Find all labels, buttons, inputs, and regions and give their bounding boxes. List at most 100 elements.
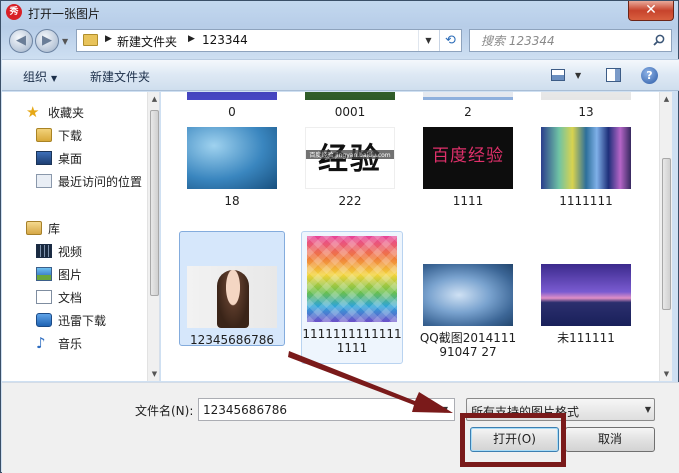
nav-item-label: 文档 <box>58 290 83 305</box>
file-tile-selected[interactable]: 12345686786 <box>179 231 285 347</box>
close-button[interactable]: ✕ <box>628 1 674 21</box>
view-options-chevron-down-icon[interactable]: ▼ <box>575 71 581 80</box>
file-name: 13 <box>578 105 594 119</box>
nav-item-label: 收藏夹 <box>48 105 85 120</box>
filename-dropdown-icon[interactable]: ▼ <box>436 399 454 420</box>
nav-item-downloads[interactable]: 下载 <box>36 125 82 145</box>
nav-item-music[interactable]: ♪ 音乐 <box>36 333 82 353</box>
file-selection-footer: 文件名(N): ▼ 所有支持的图片格式 ▼ 打开(O) 取消 <box>2 382 679 473</box>
navigation-pane: ★ 收藏夹 下载 桌面 最近访问的位置 库 视频 图片 文档 迅雷下载 ♪ 音乐… <box>2 92 160 381</box>
nav-item-favorites[interactable]: ★ 收藏夹 <box>26 102 84 122</box>
open-image-dialog: 秀 打开一张图片 ✕ ◀ ▶ ▼ ▶ 新建文件夹 ▶ 123344 ▼ ⟲ 组织… <box>0 0 679 473</box>
file-tile[interactable]: 11111111111111111 <box>301 231 403 364</box>
file-tile[interactable]: 未111111 <box>537 264 635 345</box>
cancel-button[interactable]: 取消 <box>565 427 655 452</box>
scroll-down-icon[interactable]: ▼ <box>660 367 673 381</box>
organize-label: 组织 <box>23 70 48 84</box>
search-icon[interactable] <box>653 34 665 46</box>
image-thumbnail <box>187 127 277 189</box>
nav-item-pictures[interactable]: 图片 <box>36 264 82 284</box>
nav-item-label: 音乐 <box>58 336 83 351</box>
file-tile[interactable]: 13 <box>537 92 635 119</box>
image-thumbnail: 百度经验 <box>423 127 513 189</box>
music-note-icon: ♪ <box>36 334 46 352</box>
forward-button[interactable]: ▶ <box>35 29 59 53</box>
file-tile[interactable]: 1111111 <box>537 127 635 208</box>
video-library-icon <box>36 244 52 258</box>
nav-item-videos[interactable]: 视频 <box>36 241 82 261</box>
organize-button[interactable]: 组织 ▼ <box>23 68 57 85</box>
portrait-photo <box>217 270 249 328</box>
nav-item-label: 库 <box>48 221 61 236</box>
preview-pane-icon[interactable] <box>606 68 621 82</box>
filename-combobox[interactable]: ▼ <box>198 398 455 421</box>
image-thumbnail <box>423 264 513 326</box>
file-tile[interactable]: QQ截图201411191047 27 <box>419 264 517 359</box>
recent-places-icon <box>36 174 52 188</box>
thumbnail-caption: 百度经验 jingyan.baidu.com <box>306 150 394 159</box>
nav-item-recent-places[interactable]: 最近访问的位置 <box>36 171 142 191</box>
file-list-scrollbar[interactable]: ▲ ▼ <box>659 92 672 381</box>
nav-item-label: 图片 <box>58 267 83 282</box>
image-thumbnail <box>187 92 277 100</box>
file-name: 0001 <box>334 105 366 119</box>
picture-library-icon <box>36 267 52 281</box>
change-view-icon[interactable] <box>551 69 565 81</box>
file-tile[interactable]: 0001 <box>301 92 399 119</box>
window-title: 打开一张图片 <box>28 7 101 21</box>
recent-pages-chevron-down-icon[interactable]: ▼ <box>62 37 68 46</box>
scroll-up-icon[interactable]: ▲ <box>148 92 159 106</box>
file-tile[interactable]: 百度经验 1111 <box>419 127 517 208</box>
file-name: 1111 <box>452 194 484 208</box>
breadcrumb-item-new-folder[interactable]: 新建文件夹 <box>117 33 177 50</box>
file-tile[interactable]: 经验 百度经验 jingyan.baidu.com 222 <box>301 127 399 208</box>
nav-item-documents[interactable]: 文档 <box>36 287 82 307</box>
file-name: 0 <box>228 105 236 119</box>
nav-item-label: 视频 <box>58 244 83 259</box>
file-name: 222 <box>338 194 362 208</box>
search-input[interactable] <box>470 30 648 51</box>
help-icon[interactable]: ? <box>641 67 658 84</box>
image-thumbnail <box>187 266 277 328</box>
thumbnail-text: 百度经验 <box>432 146 504 166</box>
navigation-scrollbar[interactable]: ▲ ▼ <box>147 92 159 381</box>
file-tile[interactable]: 18 <box>183 127 281 208</box>
file-tile[interactable]: 2 <box>419 92 517 119</box>
file-name: 11111111111111111 <box>302 327 402 355</box>
desktop-icon <box>36 151 52 165</box>
file-type-value: 所有支持的图片格式 <box>471 405 580 419</box>
image-thumbnail: 经验 百度经验 jingyan.baidu.com <box>305 127 395 189</box>
breadcrumb-chevron-icon[interactable]: ▶ <box>188 34 195 44</box>
breadcrumb-chevron-icon[interactable]: ▶ <box>105 34 112 44</box>
open-button[interactable]: 打开(O) <box>470 427 559 452</box>
scroll-thumb[interactable] <box>150 110 159 296</box>
thunder-download-icon <box>36 313 52 327</box>
new-folder-button[interactable]: 新建文件夹 <box>90 68 150 85</box>
library-icon <box>26 221 42 235</box>
nav-item-desktop[interactable]: 桌面 <box>36 148 82 168</box>
image-thumbnail <box>541 264 631 326</box>
star-icon: ★ <box>26 103 40 121</box>
file-name: QQ截图201411191047 27 <box>419 331 517 359</box>
search-box[interactable] <box>469 29 672 52</box>
scroll-down-icon[interactable]: ▼ <box>148 367 159 381</box>
filename-input[interactable] <box>199 399 435 420</box>
address-bar[interactable]: ▶ 新建文件夹 ▶ 123344 ▼ ⟲ <box>76 29 462 52</box>
command-toolbar: 组织 ▼ 新建文件夹 ▼ ? <box>2 59 679 91</box>
scroll-up-icon[interactable]: ▲ <box>660 92 673 106</box>
file-tile[interactable]: 0 <box>183 92 281 119</box>
chevron-down-icon: ▼ <box>644 405 651 414</box>
address-dropdown-icon[interactable]: ▼ <box>418 30 438 51</box>
file-name: 1111111 <box>559 194 613 208</box>
nav-item-libraries[interactable]: 库 <box>26 218 60 238</box>
scroll-thumb[interactable] <box>662 158 671 310</box>
image-thumbnail <box>541 92 631 100</box>
file-list-pane: 0 0001 2 13 18 经验 百度经验 jingyan.baidu.com… <box>161 92 659 381</box>
back-button[interactable]: ◀ <box>9 29 33 53</box>
file-name: 18 <box>224 194 240 208</box>
nav-item-label: 迅雷下载 <box>58 313 107 328</box>
nav-item-thunder-downloads[interactable]: 迅雷下载 <box>36 310 106 330</box>
file-type-select[interactable]: 所有支持的图片格式 ▼ <box>466 398 655 421</box>
breadcrumb-item-current[interactable]: 123344 <box>202 33 248 47</box>
refresh-icon[interactable]: ⟲ <box>439 30 461 51</box>
